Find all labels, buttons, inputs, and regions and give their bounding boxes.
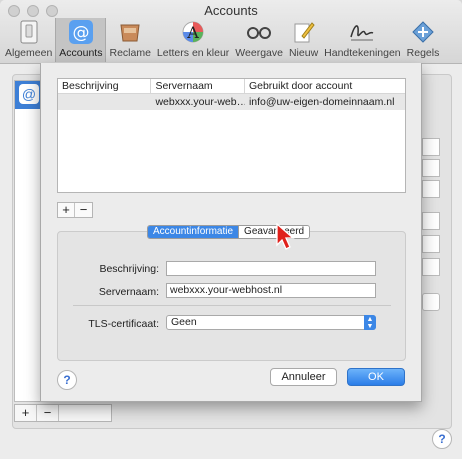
- background-field[interactable]: [422, 212, 440, 230]
- table-header: Beschrijving Servernaam Gebruikt door ac…: [58, 79, 405, 94]
- chevron-up-down-icon: ▲ ▼: [364, 315, 376, 330]
- account-list-buttons: + −: [14, 404, 112, 422]
- column-header-beschrijving[interactable]: Beschrijving: [58, 79, 152, 93]
- mouse-cursor-icon: [276, 223, 295, 250]
- toolbar-item-handtekeningen[interactable]: Handtekeningen: [321, 18, 403, 62]
- description-field[interactable]: [166, 261, 376, 276]
- background-field[interactable]: [422, 138, 440, 156]
- toolbar-item-regels[interactable]: Regels: [404, 18, 443, 62]
- server-label: Servernaam:: [98, 286, 159, 298]
- toolbar-item-nieuw[interactable]: Nieuw: [286, 18, 321, 62]
- column-header-gebruikt-door-account[interactable]: Gebruikt door account: [245, 79, 405, 93]
- column-header-servernaam[interactable]: Servernaam: [151, 79, 245, 93]
- tab-geavanceerd[interactable]: Geavanceerd: [238, 226, 310, 238]
- at-sign-icon: @: [68, 19, 94, 45]
- smtp-server-table: Beschrijving Servernaam Gebruikt door ac…: [57, 78, 406, 193]
- tab-accountinformatie[interactable]: Accountinformatie: [148, 226, 239, 238]
- toolbar-label: Letters en kleur: [156, 47, 230, 59]
- toolbar-item-accounts[interactable]: @ Accounts: [55, 18, 107, 62]
- pencil-icon: [291, 19, 317, 45]
- help-button[interactable]: ?: [432, 429, 452, 449]
- toolbar-label: Handtekeningen: [324, 47, 401, 59]
- ok-button[interactable]: OK: [347, 368, 405, 386]
- toolbar-label: Accounts: [59, 47, 103, 59]
- toolbar-label: Regels: [406, 47, 440, 59]
- server-field[interactable]: webxxx.your-webhost.nl: [166, 283, 376, 298]
- window-title: Accounts: [204, 3, 258, 18]
- toolbar-item-letters-en-kleur[interactable]: A Letters en kleur: [154, 18, 232, 62]
- toolbar-item-algemeen[interactable]: Algemeen: [2, 18, 55, 62]
- toolbar-item-reclame[interactable]: Reclame: [106, 18, 153, 62]
- background-field[interactable]: [422, 180, 440, 198]
- tls-certificate-select[interactable]: Geen ▲ ▼: [166, 315, 376, 330]
- switch-icon: [16, 19, 42, 45]
- tls-certificate-label: TLS-certificaat:: [88, 318, 159, 330]
- table-cell-description: [58, 94, 151, 110]
- toolbar-label: Reclame: [109, 47, 151, 59]
- toolbar-label: Algemeen: [5, 47, 53, 59]
- preferences-window: Accounts Algemeen @ Accounts Reclame A L…: [0, 0, 462, 459]
- add-account-button[interactable]: +: [15, 405, 37, 421]
- description-label: Beschrijving:: [99, 263, 159, 275]
- background-select[interactable]: [422, 293, 440, 311]
- smtp-server-sheet: Beschrijving Servernaam Gebruikt door ac…: [40, 63, 422, 402]
- fonts-colors-icon: A: [180, 19, 206, 45]
- divider: [73, 305, 391, 306]
- remove-server-button[interactable]: −: [75, 203, 92, 217]
- title-bar: Accounts Algemeen @ Accounts Reclame A L…: [0, 0, 462, 64]
- svg-text:@: @: [72, 23, 89, 43]
- signature-icon: [349, 19, 375, 45]
- account-actions-spacer: [59, 405, 111, 421]
- tls-certificate-value: Geen: [171, 316, 197, 328]
- add-server-button[interactable]: +: [58, 203, 75, 217]
- table-row[interactable]: webxxx.your-web… info@uw-eigen-domeinnaa…: [58, 94, 405, 110]
- table-cell-used-by: info@uw-eigen-domeinnaam.nl: [248, 96, 395, 108]
- toolbar-item-weergave[interactable]: Weergave: [232, 18, 286, 62]
- junk-mail-icon: [117, 19, 143, 45]
- remove-account-button[interactable]: −: [37, 405, 59, 421]
- glasses-icon: [246, 19, 272, 45]
- table-cell-server: webxxx.your-web…: [155, 96, 245, 108]
- background-field[interactable]: [422, 235, 440, 253]
- rules-icon: [410, 19, 436, 45]
- svg-text:A: A: [186, 23, 199, 42]
- at-sign-icon: @: [19, 84, 39, 104]
- cancel-button[interactable]: Annuleer: [270, 368, 337, 386]
- toolbar-label: Weergave: [235, 47, 283, 59]
- toolbar-label: Nieuw: [288, 47, 319, 59]
- background-field[interactable]: [422, 159, 440, 177]
- sheet-help-button[interactable]: ?: [57, 370, 77, 390]
- preferences-toolbar: Algemeen @ Accounts Reclame A Letters en…: [2, 18, 442, 62]
- background-field[interactable]: [422, 258, 440, 276]
- server-list-buttons: + −: [57, 202, 93, 218]
